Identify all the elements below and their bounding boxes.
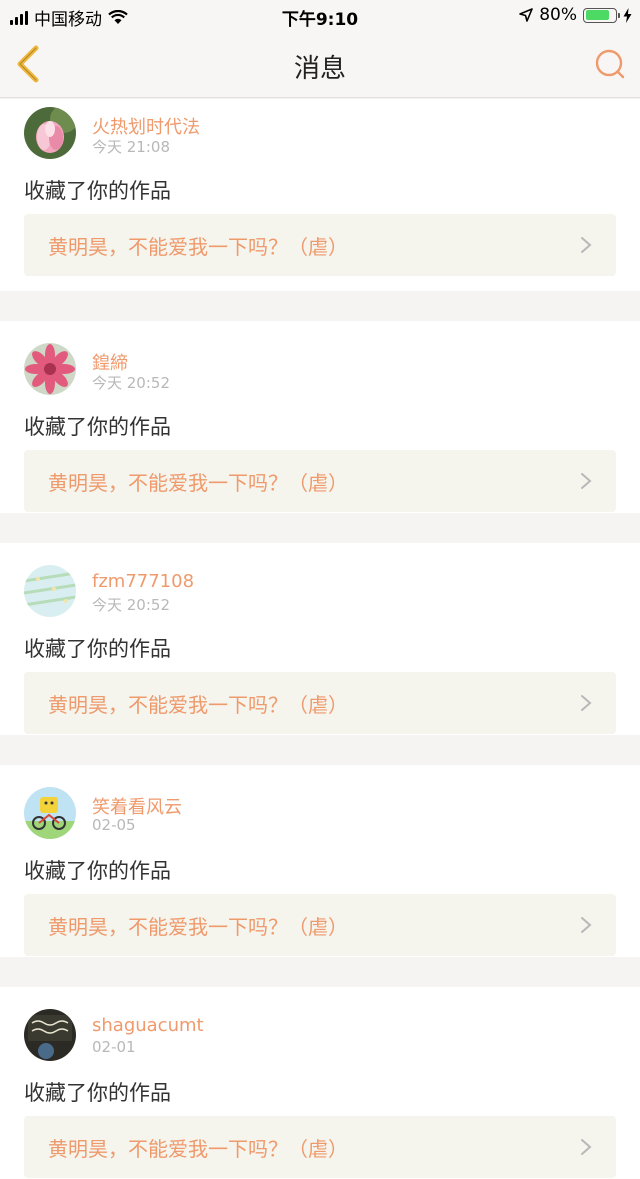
chevron-right-icon (581, 473, 592, 489)
notification-card: fzm777108 今天 20:52 收藏了你的作品 黄明昊，不能爱我一下吗？（… (0, 543, 640, 735)
nav-bar: 消息 (0, 30, 640, 98)
status-bar: 中国移动 下午9:10 80% (0, 0, 640, 30)
avatar[interactable] (24, 107, 76, 159)
chevron-right-icon (581, 237, 592, 253)
work-link[interactable]: 黄明昊，不能爱我一下吗？（虐） (24, 894, 616, 956)
chevron-right-icon (581, 917, 592, 933)
timestamp: 02-01 (92, 1038, 136, 1056)
action-text: 收藏了你的作品 (24, 859, 171, 883)
work-title: 黄明昊，不能爱我一下吗？（虐） (48, 471, 348, 495)
page-title: 消息 (293, 54, 346, 84)
action-text: 收藏了你的作品 (24, 415, 171, 439)
battery-icon (583, 7, 620, 23)
pastel-pattern-icon (24, 565, 76, 617)
chalkboard-photo-icon (24, 1009, 76, 1061)
avatar[interactable] (24, 565, 76, 617)
notification-card: 火热划时代法 今天 21:08 收藏了你的作品 黄明昊，不能爱我一下吗？（虐） (0, 99, 640, 291)
avatar[interactable] (24, 1009, 76, 1061)
notification-card: 笑着看风云 02-05 收藏了你的作品 黄明昊，不能爱我一下吗？（虐） (0, 765, 640, 957)
chevron-right-icon (581, 695, 592, 711)
timestamp: 今天 21:08 (92, 138, 170, 156)
avatar[interactable] (24, 343, 76, 395)
cartoon-bicycle-icon (24, 787, 76, 839)
search-icon[interactable] (594, 48, 626, 80)
timestamp: 今天 20:52 (92, 374, 170, 392)
timestamp: 02-05 (92, 816, 136, 834)
pink-flower-icon (24, 343, 76, 395)
action-text: 收藏了你的作品 (24, 637, 171, 661)
notification-card: 鍠締 今天 20:52 收藏了你的作品 黄明昊，不能爱我一下吗？（虐） (0, 321, 640, 513)
battery-percent: 80% (539, 5, 577, 25)
work-title: 黄明昊，不能爱我一下吗？（虐） (48, 693, 348, 717)
status-right: 80% (519, 5, 632, 25)
action-text: 收藏了你的作品 (24, 179, 171, 203)
work-title: 黄明昊，不能爱我一下吗？（虐） (48, 235, 348, 259)
timestamp: 今天 20:52 (92, 596, 170, 614)
charging-bolt-icon (623, 7, 632, 23)
work-link[interactable]: 黄明昊，不能爱我一下吗？（虐） (24, 1116, 616, 1178)
work-title: 黄明昊，不能爱我一下吗？（虐） (48, 915, 348, 939)
username[interactable]: fzm777108 (92, 571, 194, 592)
work-link[interactable]: 黄明昊，不能爱我一下吗？（虐） (24, 672, 616, 734)
avatar[interactable] (24, 787, 76, 839)
lotus-flower-icon (24, 107, 76, 159)
work-link[interactable]: 黄明昊，不能爱我一下吗？（虐） (24, 450, 616, 512)
chevron-right-icon (581, 1139, 592, 1155)
notification-card: shaguacumt 02-01 收藏了你的作品 黄明昊，不能爱我一下吗？（虐） (0, 987, 640, 1179)
notification-list: 火热划时代法 今天 21:08 收藏了你的作品 黄明昊，不能爱我一下吗？（虐） (0, 99, 640, 1179)
location-arrow-icon (519, 8, 534, 22)
username[interactable]: shaguacumt (92, 1015, 204, 1036)
work-title: 黄明昊，不能爱我一下吗？（虐） (48, 1137, 348, 1161)
work-link[interactable]: 黄明昊，不能爱我一下吗？（虐） (24, 214, 616, 276)
action-text: 收藏了你的作品 (24, 1081, 171, 1105)
